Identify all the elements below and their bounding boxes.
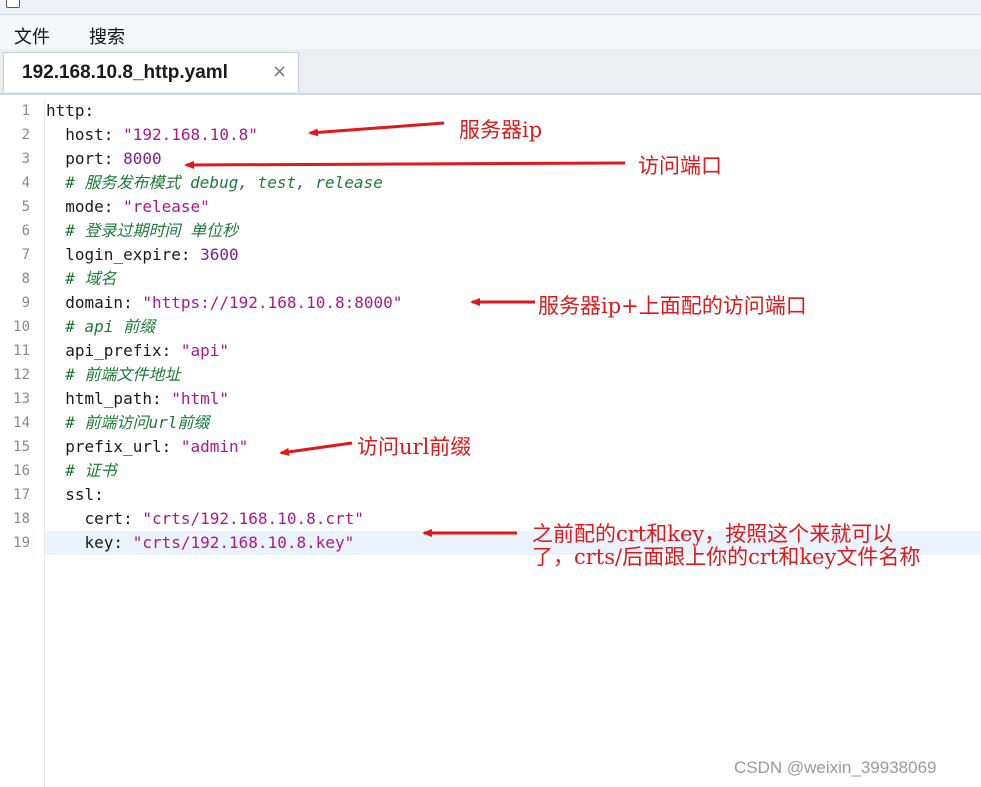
line-number: 1 bbox=[21, 103, 30, 119]
menu-file[interactable]: 文件 bbox=[14, 23, 50, 49]
code-token: domain: bbox=[46, 293, 143, 312]
line-number: 4 bbox=[21, 175, 30, 191]
code-token: # 前端访问url前缀 bbox=[46, 413, 210, 432]
code-line[interactable]: html_path: "html" bbox=[46, 387, 229, 411]
menu-bar: 文件 搜索 bbox=[0, 15, 981, 49]
line-number: 9 bbox=[21, 295, 30, 311]
line-number: 5 bbox=[21, 199, 30, 215]
menu-search[interactable]: 搜索 bbox=[89, 23, 125, 49]
line-number: 18 bbox=[13, 511, 30, 527]
code-line[interactable]: # 前端文件地址 bbox=[46, 363, 181, 387]
watermark: CSDN @weixin_39938069 bbox=[734, 758, 937, 777]
line-number: 3 bbox=[21, 151, 30, 167]
code-token: # 登录过期时间 单位秒 bbox=[46, 221, 239, 240]
line-number: 2 bbox=[21, 127, 30, 143]
line-number-gutter: 1 2 3 4 5 6 7 8 9 10 11 12 13 14 15 16 17 18 19 bbox=[0, 99, 45, 787]
app-icon bbox=[6, 0, 20, 8]
code-line[interactable]: mode: "release" bbox=[46, 195, 210, 219]
code-token: "release" bbox=[123, 197, 210, 216]
close-icon[interactable]: × bbox=[272, 61, 287, 82]
code-line[interactable]: http: bbox=[46, 99, 94, 123]
line-number: 14 bbox=[13, 415, 30, 431]
code-token: port: bbox=[46, 149, 124, 168]
line-number: 7 bbox=[21, 247, 30, 263]
code-token: mode: bbox=[46, 197, 124, 216]
line-number: 10 bbox=[13, 319, 30, 335]
line-number: 13 bbox=[13, 391, 30, 407]
code-token: "crts/192.168.10.8.crt" bbox=[142, 509, 364, 528]
code-line[interactable]: # 服务发布模式 debug, test, release bbox=[46, 171, 383, 195]
annotation-domain: 服务器ip+上面配的访问端口 bbox=[538, 294, 807, 318]
code-token: html_path: bbox=[46, 389, 172, 408]
annotation-server-ip: 服务器ip bbox=[459, 118, 543, 142]
code-line[interactable]: # 证书 bbox=[46, 459, 117, 483]
line-number: 19 bbox=[13, 535, 30, 551]
code-token: "api" bbox=[180, 341, 230, 360]
code-line[interactable]: ssl: bbox=[46, 483, 104, 507]
code-token: "https://192.168.10.8:8000" bbox=[142, 293, 403, 312]
code-token: # 服务发布模式 debug, test, release bbox=[46, 173, 383, 192]
line-number: 12 bbox=[13, 367, 30, 383]
line-number: 16 bbox=[13, 463, 30, 479]
code-token: # 域名 bbox=[46, 269, 117, 288]
line-number: 17 bbox=[13, 487, 30, 503]
line-number: 6 bbox=[21, 223, 30, 239]
code-line[interactable]: # api 前缀 bbox=[46, 315, 155, 339]
window-title-bar bbox=[0, 0, 981, 15]
code-token: 8000 bbox=[123, 149, 162, 168]
code-token: 3600 bbox=[200, 245, 239, 264]
annotation-prefix-url: 访问url前缀 bbox=[357, 435, 472, 459]
code-token: key: bbox=[46, 533, 133, 552]
tab-bar: 192.168.10.8_http.yaml × bbox=[0, 49, 981, 95]
code-editor[interactable]: 1 2 3 4 5 6 7 8 9 10 11 12 13 14 15 16 17 18 19 http: host… bbox=[0, 99, 981, 787]
code-line[interactable]: domain: "https://192.168.10.8:8000" bbox=[46, 291, 402, 315]
code-token: http: bbox=[46, 101, 95, 120]
code-token: "html" bbox=[171, 389, 230, 408]
code-token: # api 前缀 bbox=[46, 317, 156, 336]
code-token: login_expire: bbox=[46, 245, 201, 264]
code-line[interactable]: api_prefix: "api" bbox=[46, 339, 229, 363]
tab-yaml-file[interactable]: 192.168.10.8_http.yaml × bbox=[3, 52, 299, 92]
code-line[interactable]: # 登录过期时间 单位秒 bbox=[46, 219, 238, 243]
line-number: 15 bbox=[13, 439, 30, 455]
code-token: # 前端文件地址 bbox=[46, 365, 181, 384]
line-number: 11 bbox=[13, 343, 30, 359]
code-line[interactable]: prefix_url: "admin" bbox=[46, 435, 248, 459]
annotation-access-port: 访问端口 bbox=[638, 154, 722, 178]
code-token: ssl: bbox=[46, 485, 104, 504]
code-line[interactable]: # 域名 bbox=[46, 267, 117, 291]
code-line[interactable]: # 前端访问url前缀 bbox=[46, 411, 209, 435]
code-token: cert: bbox=[46, 509, 143, 528]
code-token: prefix_url: bbox=[46, 437, 181, 456]
code-line[interactable]: cert: "crts/192.168.10.8.crt" bbox=[46, 507, 364, 531]
tab-label: 192.168.10.8_http.yaml bbox=[22, 62, 228, 83]
line-number: 8 bbox=[21, 271, 30, 287]
code-token: "admin" bbox=[180, 437, 249, 456]
annotation-ssl-line2: 了，crts/后面跟上你的crt和key文件名称 bbox=[532, 545, 921, 569]
code-token: "crts/192.168.10.8.key" bbox=[132, 533, 355, 552]
code-token: # 证书 bbox=[46, 461, 117, 480]
code-line[interactable]: host: "192.168.10.8" bbox=[46, 123, 258, 147]
code-line[interactable]: key: "crts/192.168.10.8.key" bbox=[46, 531, 355, 555]
code-token: "192.168.10.8" bbox=[123, 125, 258, 144]
code-line[interactable]: login_expire: 3600 bbox=[46, 243, 239, 267]
code-line[interactable]: port: 8000 bbox=[46, 147, 162, 171]
code-token: api_prefix: bbox=[46, 341, 181, 360]
code-token: host: bbox=[46, 125, 124, 144]
